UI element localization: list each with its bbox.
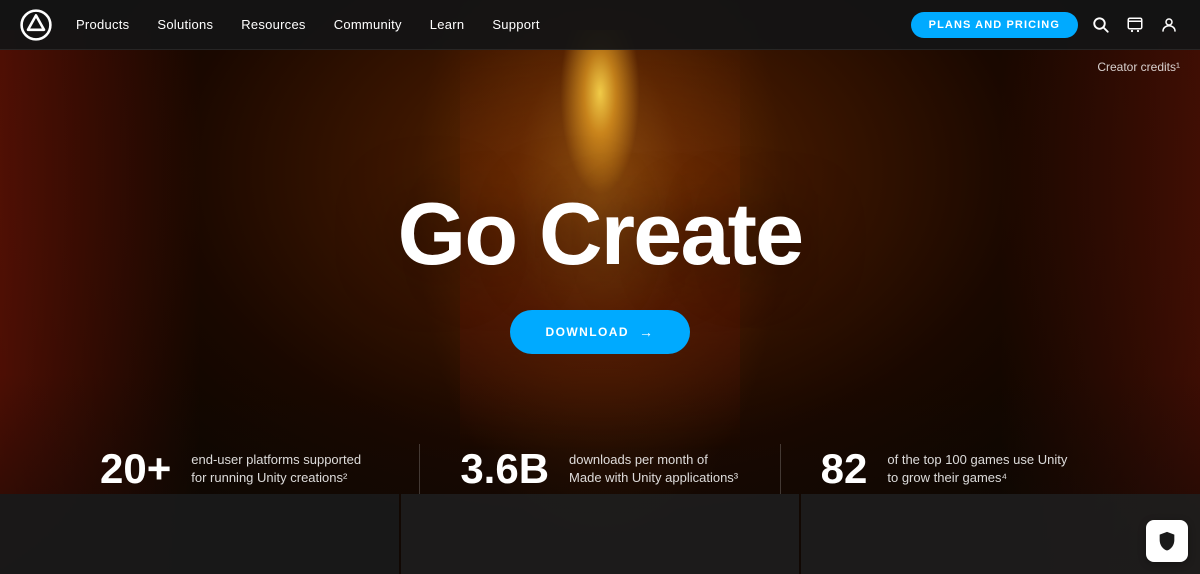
nav-link-solutions[interactable]: Solutions (157, 17, 213, 32)
nav-link-learn[interactable]: Learn (430, 17, 465, 32)
bottom-card-2 (401, 494, 800, 574)
nav-link-community[interactable]: Community (334, 17, 402, 32)
hero-section: Creator credits¹ Go Create DOWNLOAD → 20… (0, 0, 1200, 574)
shield-icon (1156, 530, 1178, 552)
bottom-cards-preview (0, 494, 1200, 574)
bottom-card-3 (801, 494, 1200, 574)
stat-item-platforms: 20+ end-user platforms supported for run… (100, 448, 379, 490)
shield-badge[interactable] (1146, 520, 1188, 562)
stat-number-platforms: 20+ (100, 448, 171, 490)
plans-pricing-button[interactable]: PLANS AND PRICING (911, 12, 1078, 38)
stat-divider-1 (419, 444, 420, 494)
search-icon (1092, 16, 1110, 34)
account-icon (1160, 16, 1178, 34)
stat-number-games: 82 (821, 448, 868, 490)
bottom-card-1 (0, 494, 399, 574)
stat-desc-games: of the top 100 games use Unity to grow t… (887, 451, 1067, 487)
nav-link-support[interactable]: Support (492, 17, 539, 32)
stats-bar: 20+ end-user platforms supported for run… (0, 444, 1200, 494)
nav-links: Products Solutions Resources Community L… (76, 17, 911, 32)
stat-number-downloads: 3.6B (460, 448, 549, 490)
download-button[interactable]: DOWNLOAD → (510, 310, 691, 354)
account-button[interactable] (1158, 14, 1180, 36)
download-label: DOWNLOAD (546, 325, 630, 339)
stat-desc-platforms: end-user platforms supported for running… (191, 451, 371, 487)
nav-link-products[interactable]: Products (76, 17, 129, 32)
download-arrow: → (639, 324, 654, 340)
navigation: Products Solutions Resources Community L… (0, 0, 1200, 50)
hero-title: Go Create (398, 190, 803, 278)
nav-link-resources[interactable]: Resources (241, 17, 305, 32)
unity-logo[interactable] (20, 9, 52, 41)
unity-logo-icon (20, 9, 52, 41)
stat-item-games: 82 of the top 100 games use Unity to gro… (821, 448, 1100, 490)
cart-icon (1126, 16, 1144, 34)
stat-desc-downloads: downloads per month of Made with Unity a… (569, 451, 740, 487)
search-button[interactable] (1090, 14, 1112, 36)
stat-item-downloads: 3.6B downloads per month of Made with Un… (460, 448, 739, 490)
cart-button[interactable] (1124, 14, 1146, 36)
nav-right: PLANS AND PRICING (911, 12, 1180, 38)
stat-divider-2 (780, 444, 781, 494)
